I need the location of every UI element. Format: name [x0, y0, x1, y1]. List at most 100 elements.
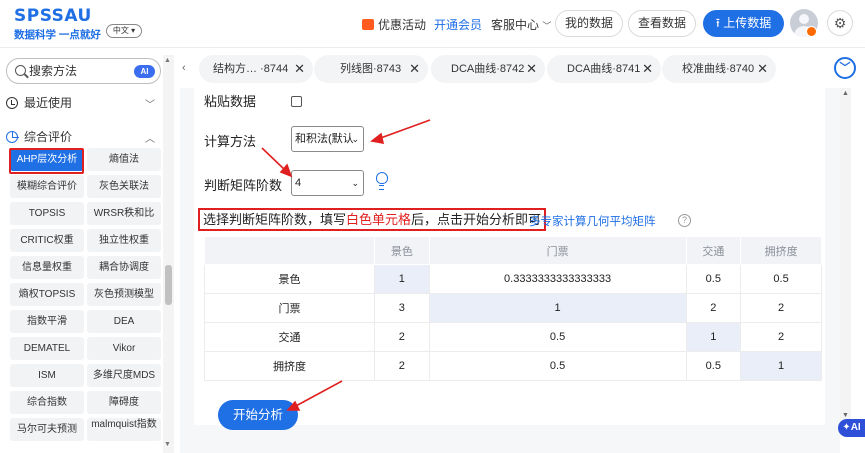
tab-menu-chevron-icon[interactable]: ﹀: [834, 57, 856, 79]
chevron-up-icon[interactable]: ︿: [145, 130, 155, 145]
matrix-col-header: 景色: [374, 236, 430, 265]
method-vikor[interactable]: Vikor: [87, 337, 161, 360]
start-analysis-button[interactable]: 开始分析: [218, 400, 298, 430]
matrix-cell: 1: [428, 293, 687, 323]
method-information[interactable]: 信息量权重: [10, 256, 84, 279]
ai-badge[interactable]: AI: [134, 65, 155, 78]
matrix-cell: 3: [374, 293, 430, 323]
chevron-down-icon: ﹀: [542, 21, 552, 31]
language-label: 中文: [112, 26, 129, 35]
matrix-cell[interactable]: 0.5: [740, 264, 822, 294]
logo-title: SPSSAU: [14, 6, 92, 26]
matrix-cell: 0.5: [685, 351, 742, 381]
method-wrsr[interactable]: WRSR秩和比: [87, 202, 161, 225]
method-fuzzy[interactable]: 模糊综合评价: [10, 175, 84, 198]
paste-data-label: 粘贴数据: [204, 94, 257, 109]
method-ism[interactable]: ISM: [10, 364, 84, 387]
tab-8743[interactable]: 列线图·8743 ✕: [314, 55, 428, 83]
matrix-cell: 0.5: [428, 322, 687, 352]
my-data-button[interactable]: 我的数据: [555, 10, 623, 37]
method-obstacle[interactable]: 障碍度: [87, 391, 161, 414]
instruction-part-b: 后，点击开始分析即可: [411, 212, 542, 227]
logo[interactable]: SPSSAU 数据科学 一点就好: [14, 6, 101, 42]
method-grey-forecast[interactable]: 灰色预测模型: [87, 283, 161, 306]
method-independence[interactable]: 独立性权重: [87, 229, 161, 252]
tab-8741[interactable]: DCA曲线·8741 ✕: [547, 55, 661, 83]
view-data-button[interactable]: 查看数据: [628, 10, 696, 37]
table-row: 门票 3 1 2 2: [204, 293, 822, 323]
upload-data-button[interactable]: ⭱ 上传数据: [703, 10, 784, 37]
ai-assistant-button[interactable]: ✦AI: [838, 419, 865, 437]
method-topsis[interactable]: TOPSIS: [10, 202, 84, 225]
matrix-row-header: 门票: [204, 293, 375, 323]
gift-icon: [362, 19, 374, 30]
method-entropy[interactable]: 熵值法: [87, 148, 161, 171]
matrix-col-header: 门票: [428, 236, 687, 265]
matrix-cell[interactable]: 0.3333333333333333: [428, 264, 687, 294]
language-select[interactable]: 中文 ▾: [106, 24, 142, 38]
scroll-up-icon[interactable]: ▲: [164, 57, 171, 64]
close-icon[interactable]: ✕: [642, 55, 653, 83]
method-markov[interactable]: 马尔可夫预测: [10, 418, 84, 441]
judgment-matrix: 景色 门票 交通 拥挤度 景色 1 0.3333333333333333 0.5…: [204, 236, 822, 381]
scroll-down-icon[interactable]: ▼: [164, 441, 171, 448]
method-dematel[interactable]: DEMATEL: [10, 337, 84, 360]
matrix-col-header: 交通: [685, 236, 742, 265]
method-entropy-topsis[interactable]: 熵权TOPSIS: [10, 283, 84, 306]
promo-link[interactable]: 优惠活动: [362, 16, 426, 33]
service-label: 客服中心: [491, 18, 540, 32]
recent-section[interactable]: 最近使用: [6, 94, 72, 111]
chevron-down-icon[interactable]: ﹀: [145, 96, 155, 111]
order-select-value: 4: [295, 177, 302, 189]
gear-icon[interactable]: ⚙: [827, 10, 853, 36]
matrix-cell[interactable]: 2: [740, 293, 822, 323]
method-coupling[interactable]: 耦合协调度: [87, 256, 161, 279]
matrix-cell[interactable]: 2: [740, 322, 822, 352]
method-malmquist[interactable]: malmquist指数: [87, 418, 161, 441]
matrix-cell[interactable]: 0.5: [685, 264, 742, 294]
upload-icon: ⭱: [715, 16, 720, 30]
matrix-cell: 0.5: [428, 351, 687, 381]
method-mds[interactable]: 多维尺度MDS: [87, 364, 161, 387]
method-grey-relation[interactable]: 灰色关联法: [87, 175, 161, 198]
paste-data-checkbox[interactable]: [291, 96, 302, 107]
category-section[interactable]: 综合评价: [6, 128, 72, 145]
close-icon[interactable]: ✕: [757, 55, 768, 83]
logo-slogan: 数据科学 一点就好: [14, 29, 101, 41]
top-header: SPSSAU 数据科学 一点就好 中文 ▾ 优惠活动 开通会员 客服中心 ﹀ 我…: [0, 0, 865, 48]
search-input[interactable]: [29, 64, 129, 78]
scroll-down-icon[interactable]: ▼: [842, 412, 849, 419]
category-label: 综合评价: [24, 130, 73, 144]
ahp-panel: 粘贴数据 计算方法 和积法(默认 ⌄ 判断矩阵阶数 4 ⌄ 选择判断矩阵阶数，填写白…: [194, 88, 825, 430]
tab-8740[interactable]: 校准曲线·8740 ✕: [662, 55, 776, 83]
sidebar-scroll-thumb[interactable]: [165, 265, 172, 305]
method-composite-index[interactable]: 综合指数: [10, 391, 84, 414]
close-icon[interactable]: ✕: [409, 55, 420, 83]
tab-8742[interactable]: DCA曲线·8742 ✕: [431, 55, 545, 83]
main-content: 粘贴数据 计算方法 和积法(默认 ⌄ 判断矩阵阶数 4 ⌄ 选择判断矩阵阶数，填写白…: [180, 88, 840, 453]
expert-geomean-link[interactable]: 多专家计算几何平均矩阵: [529, 213, 656, 229]
order-select[interactable]: 4 ⌄: [291, 170, 364, 196]
service-menu[interactable]: 客服中心 ﹀: [491, 16, 551, 33]
method-select[interactable]: 和积法(默认 ⌄: [291, 126, 364, 152]
tab-label: 列线图·8743: [340, 63, 402, 75]
chevron-left-icon[interactable]: ‹: [182, 62, 186, 74]
help-icon[interactable]: ?: [678, 214, 691, 227]
scroll-up-icon[interactable]: ▲: [842, 90, 849, 97]
close-icon[interactable]: ✕: [294, 55, 305, 83]
lightbulb-icon[interactable]: [376, 172, 388, 190]
member-link[interactable]: 开通会员: [434, 16, 482, 33]
matrix-cell[interactable]: 2: [685, 293, 742, 323]
search-box[interactable]: AI: [6, 58, 161, 84]
table-row: 交通 2 0.5 1 2: [204, 322, 822, 352]
close-icon[interactable]: ✕: [526, 55, 537, 83]
main-scrollbar[interactable]: ▲ ▼: [840, 88, 851, 423]
method-smoothing[interactable]: 指数平滑: [10, 310, 84, 333]
method-dea[interactable]: DEA: [87, 310, 161, 333]
matrix-row-header: 景色: [204, 264, 375, 294]
tab-8744[interactable]: 结构方… ·8744 ✕: [199, 55, 313, 83]
matrix-row-header: 拥挤度: [204, 351, 375, 381]
sidebar-scrollbar[interactable]: ▲ ▼: [163, 55, 174, 453]
clock-icon: [6, 96, 18, 109]
method-critic[interactable]: CRITIC权重: [10, 229, 84, 252]
